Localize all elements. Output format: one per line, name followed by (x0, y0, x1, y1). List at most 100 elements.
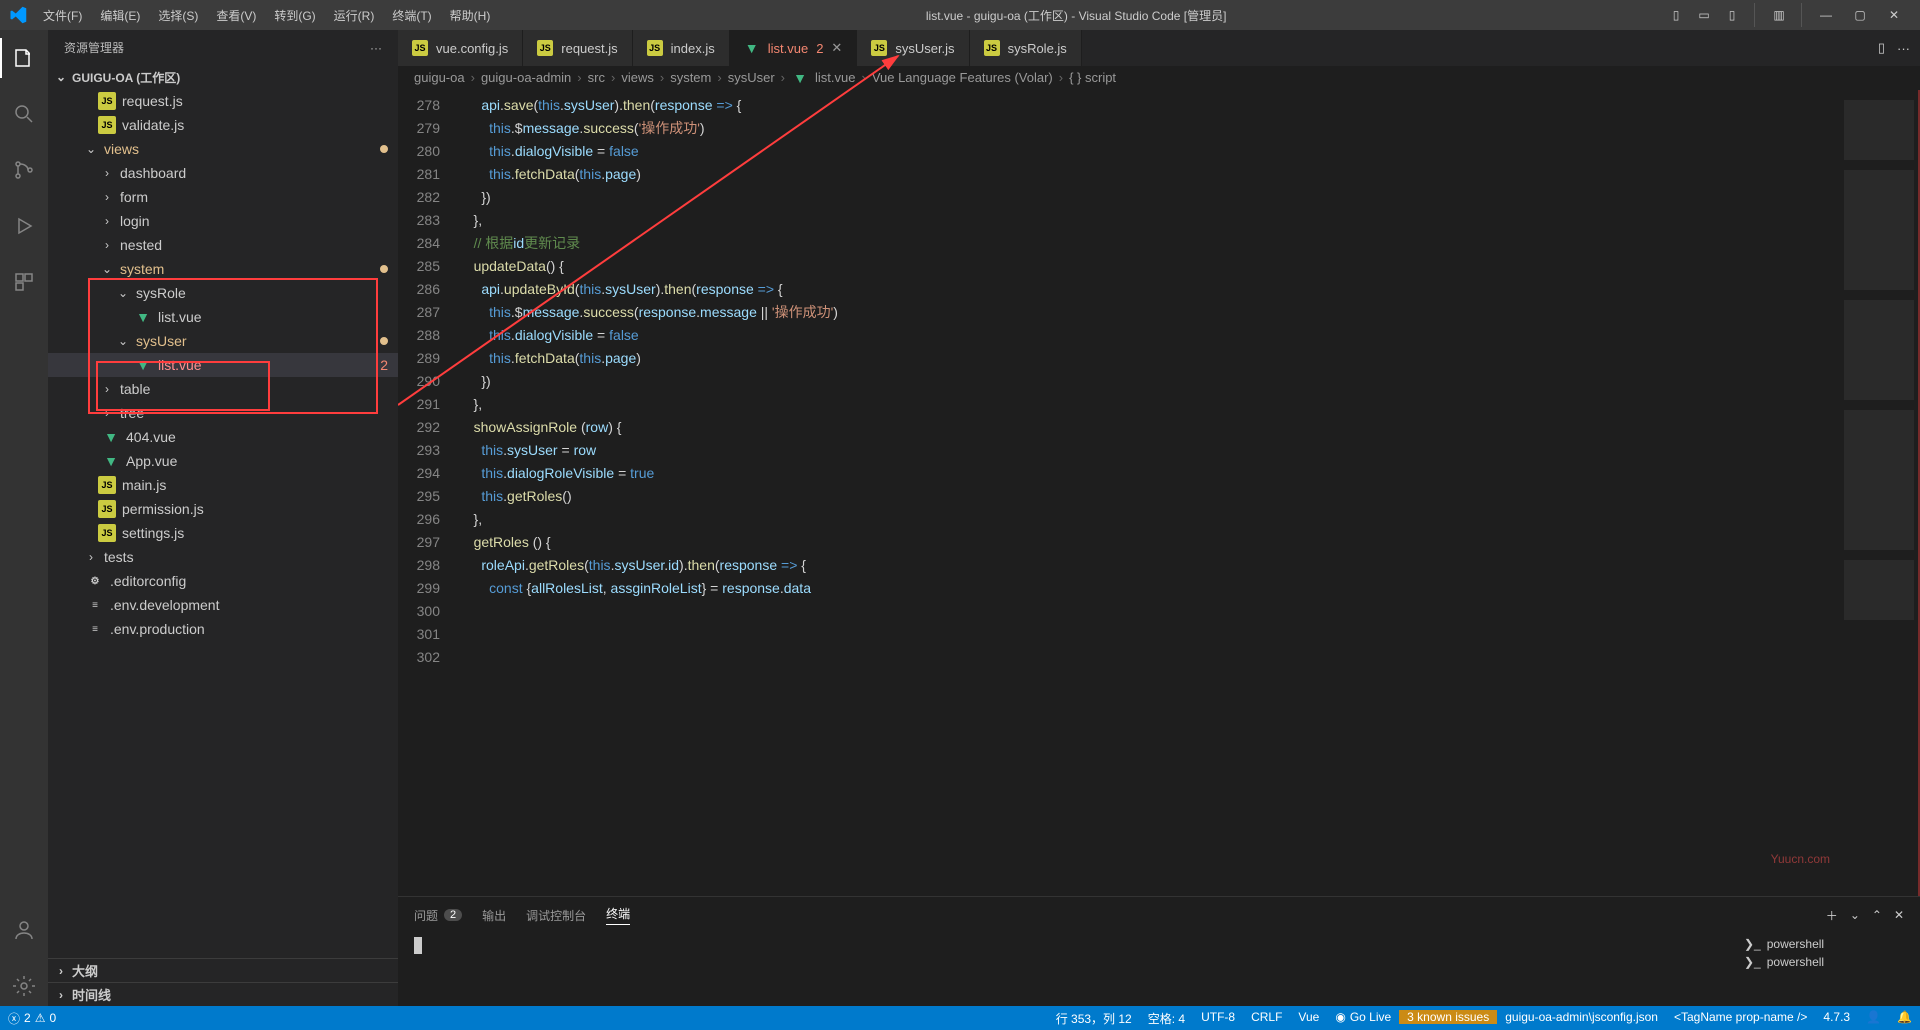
menu-edit[interactable]: 编辑(E) (92, 3, 148, 28)
file-main-js[interactable]: JSmain.js (48, 473, 398, 497)
file-404-vue[interactable]: ▼404.vue (48, 425, 398, 449)
vue-icon: ▼ (134, 356, 152, 374)
file-env-development[interactable]: ≡.env.development (48, 593, 398, 617)
layout-customize-icon[interactable]: ▥ (1767, 3, 1791, 27)
workspace-header[interactable]: ⌄ GUIGU-OA (工作区) (48, 65, 398, 89)
activity-extensions-icon[interactable] (0, 262, 48, 302)
folder-table[interactable]: ›table (48, 377, 398, 401)
terminal-instance[interactable]: ❯_powershell (1744, 937, 1904, 951)
more-icon[interactable]: ··· (1897, 41, 1910, 56)
tab-index[interactable]: JSindex.js (633, 30, 730, 66)
status-spaces[interactable]: 空格: 4 (1140, 1010, 1193, 1027)
tab-sysrole[interactable]: JSsysRole.js (970, 30, 1082, 66)
folder-tree[interactable]: ›tree (48, 401, 398, 425)
new-terminal-icon[interactable]: ＋ (1826, 907, 1838, 924)
menu-file[interactable]: 文件(F) (35, 3, 90, 28)
file-editorconfig[interactable]: ⚙.editorconfig (48, 569, 398, 593)
sidebar: 资源管理器 ··· ⌄ GUIGU-OA (工作区) JSrequest.js … (48, 30, 398, 1006)
file-app-vue[interactable]: ▼App.vue (48, 449, 398, 473)
terminal-dropdown-icon[interactable]: ⌄ (1850, 908, 1860, 922)
chevron-right-icon: › (100, 166, 114, 180)
status-eol[interactable]: CRLF (1243, 1010, 1290, 1024)
status-cursor[interactable]: 行 353，列 12 (1048, 1010, 1140, 1027)
activity-search-icon[interactable] (0, 94, 48, 134)
vue-icon: ▼ (134, 308, 152, 326)
maximize-panel-icon[interactable]: ⌃ (1872, 908, 1882, 922)
menu-go[interactable]: 转到(G) (266, 3, 323, 28)
panel-tab-output[interactable]: 输出 (482, 907, 506, 924)
terminal-icon: ❯_ (1744, 955, 1761, 969)
minimap[interactable] (1840, 90, 1920, 896)
layout-panel-icon[interactable]: ▭ (1692, 3, 1716, 27)
panel-tab-problems[interactable]: 问题2 (414, 907, 462, 924)
activity-debug-icon[interactable] (0, 206, 48, 246)
activity-scm-icon[interactable] (0, 150, 48, 190)
outline-header[interactable]: ›大纲 (48, 958, 398, 982)
menu-help[interactable]: 帮助(H) (442, 3, 499, 28)
file-request-js[interactable]: JSrequest.js (48, 89, 398, 113)
code-text[interactable]: api.save(this.sysUser).then(response => … (458, 90, 1840, 896)
folder-form[interactable]: ›form (48, 185, 398, 209)
status-issues[interactable]: 3 known issues (1399, 1010, 1497, 1024)
menu-run[interactable]: 运行(R) (326, 3, 383, 28)
panel-tab-debug[interactable]: 调试控制台 (526, 907, 586, 924)
close-tab-icon[interactable]: ✕ (831, 40, 842, 56)
status-feedback-icon[interactable]: 👤 (1858, 1010, 1889, 1024)
chevron-right-icon: › (84, 550, 98, 564)
more-icon[interactable]: ··· (370, 41, 382, 55)
code-editor[interactable]: 2782792802812822832842852862872882892902… (398, 90, 1920, 896)
menu-view[interactable]: 查看(V) (208, 3, 264, 28)
file-env-production[interactable]: ≡.env.production (48, 617, 398, 641)
folder-nested[interactable]: ›nested (48, 233, 398, 257)
vue-icon: ▼ (102, 428, 120, 446)
menu-terminal[interactable]: 终端(T) (384, 3, 439, 28)
file-validate-js[interactable]: JSvalidate.js (48, 113, 398, 137)
activity-explorer-icon[interactable] (0, 38, 48, 78)
maximize-icon[interactable]: ▢ (1848, 3, 1872, 27)
tab-request[interactable]: JSrequest.js (523, 30, 632, 66)
status-notifications-icon[interactable]: 🔔 (1889, 1010, 1920, 1024)
tab-sysuser[interactable]: JSsysUser.js (857, 30, 969, 66)
file-permission-js[interactable]: JSpermission.js (48, 497, 398, 521)
status-language[interactable]: Vue (1290, 1010, 1327, 1024)
status-errors[interactable]: ⓧ2⚠0 (0, 1006, 64, 1030)
terminal-icon: ❯_ (1744, 937, 1761, 951)
editor-tabs: JSvue.config.js JSrequest.js JSindex.js … (398, 30, 1920, 66)
breadcrumbs[interactable]: guigu-oa› guigu-oa-admin› src› views› sy… (398, 66, 1920, 90)
file-sysrole-list-vue[interactable]: ▼list.vue (48, 305, 398, 329)
folder-sysrole[interactable]: ⌄sysRole (48, 281, 398, 305)
terminal-content[interactable] (414, 937, 1744, 1002)
layout-secondary-icon[interactable]: ▯ (1720, 3, 1744, 27)
close-icon[interactable]: ✕ (1882, 3, 1906, 27)
layout-primary-icon[interactable]: ▯ (1664, 3, 1688, 27)
folder-dashboard[interactable]: ›dashboard (48, 161, 398, 185)
file-sysuser-list-vue[interactable]: ▼list.vue2 (48, 353, 398, 377)
folder-login[interactable]: ›login (48, 209, 398, 233)
explorer-header: 资源管理器 ··· (48, 30, 398, 65)
title-bar: 文件(F) 编辑(E) 选择(S) 查看(V) 转到(G) 运行(R) 终端(T… (0, 0, 1920, 30)
activity-settings-icon[interactable] (0, 966, 48, 1006)
chevron-right-icon: › (100, 406, 114, 420)
activity-account-icon[interactable] (0, 910, 48, 950)
timeline-header[interactable]: ›时间线 (48, 982, 398, 1006)
close-panel-icon[interactable]: ✕ (1894, 908, 1904, 922)
status-golive[interactable]: ◉Go Live (1327, 1010, 1399, 1024)
folder-tests[interactable]: ›tests (48, 545, 398, 569)
status-tagname[interactable]: <TagName prop-name /> (1666, 1010, 1815, 1024)
status-jsconfig[interactable]: guigu-oa-admin\jsconfig.json (1497, 1010, 1666, 1024)
status-version[interactable]: 4.7.3 (1815, 1010, 1858, 1024)
folder-system[interactable]: ⌄system (48, 257, 398, 281)
tab-list-vue[interactable]: ▼list.vue2✕ (730, 30, 858, 66)
file-settings-js[interactable]: JSsettings.js (48, 521, 398, 545)
menu-selection[interactable]: 选择(S) (150, 3, 206, 28)
error-count: 2 (380, 357, 388, 373)
folder-views[interactable]: ⌄views (48, 137, 398, 161)
status-encoding[interactable]: UTF-8 (1193, 1010, 1243, 1024)
folder-sysuser[interactable]: ⌄sysUser (48, 329, 398, 353)
terminal-instance[interactable]: ❯_powershell (1744, 955, 1904, 969)
tab-vue-config[interactable]: JSvue.config.js (398, 30, 523, 66)
minimize-icon[interactable]: — (1814, 3, 1838, 27)
chevron-down-icon: ⌄ (116, 334, 130, 348)
split-editor-icon[interactable]: ▯ (1878, 40, 1885, 56)
panel-tab-terminal[interactable]: 终端 (606, 905, 630, 925)
